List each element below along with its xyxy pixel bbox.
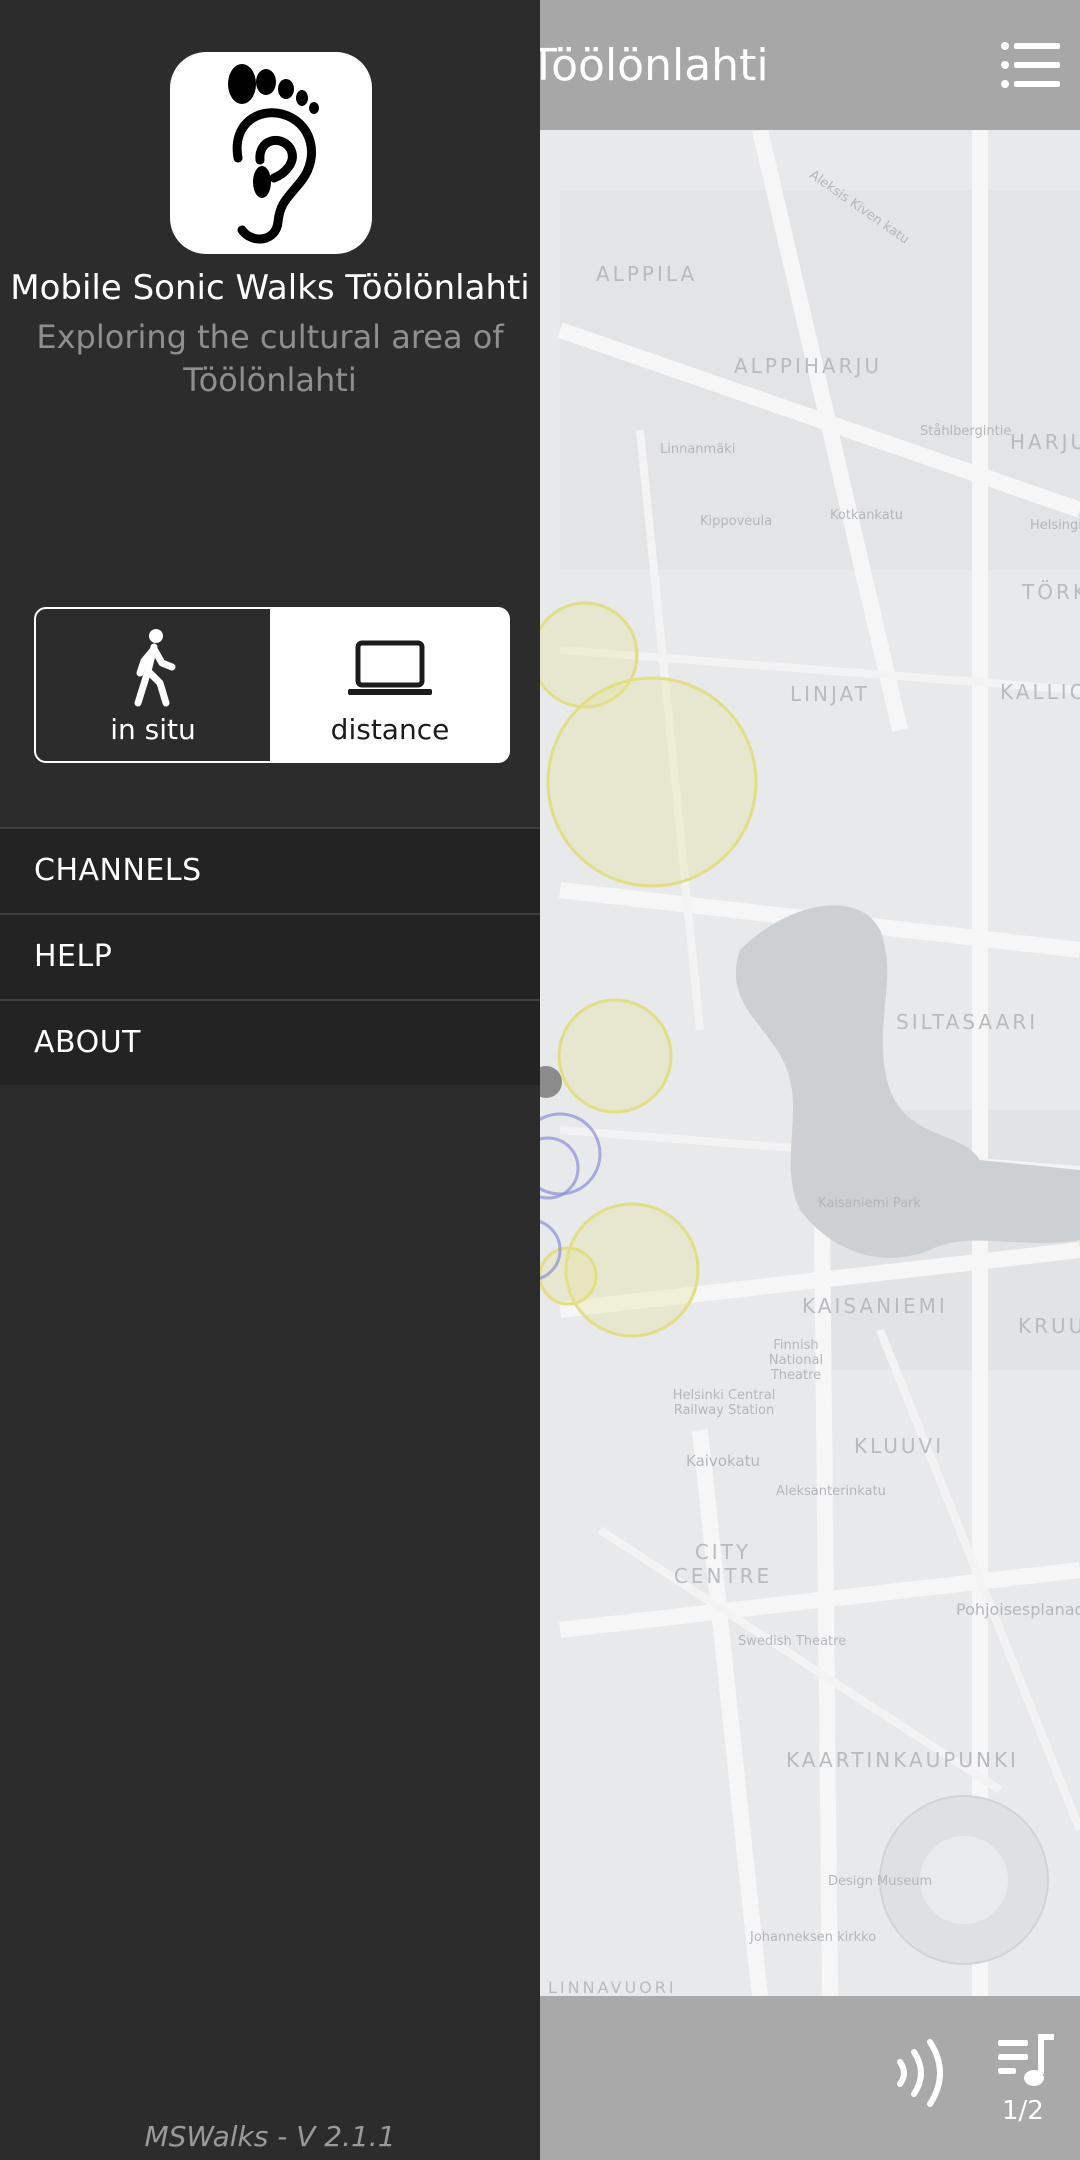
district-label: LINNAVUORI xyxy=(548,1978,677,1997)
app-logo xyxy=(170,52,372,254)
list-menu-icon[interactable] xyxy=(1000,40,1062,90)
nav-item-label: HELP xyxy=(34,939,113,974)
mode-in-situ-button[interactable]: in situ xyxy=(36,609,272,761)
playlist-icon[interactable] xyxy=(998,2034,1056,2092)
street-label: Aleksanterinkatu xyxy=(776,1484,886,1499)
district-label: KLUUVI xyxy=(854,1434,945,1458)
district-label: KAISANIEMI xyxy=(802,1294,948,1318)
app-name: Mobile Sonic Walks Töölönlahti xyxy=(10,268,530,308)
street-label: Pohjoisesplanadi xyxy=(956,1600,1080,1619)
playlist-count: 1/2 xyxy=(1002,2096,1044,2126)
nav-item-channels[interactable]: CHANNELS xyxy=(0,827,540,913)
district-label: KALLIO xyxy=(1000,680,1080,704)
nav-item-help[interactable]: HELP xyxy=(0,913,540,999)
district-label: HARJU xyxy=(1010,430,1080,454)
sound-waves-icon[interactable] xyxy=(892,2038,956,2108)
district-label: ALPPILA xyxy=(596,262,698,286)
mode-distance-label: distance xyxy=(330,713,450,746)
drawer-nav: CHANNELS HELP ABOUT xyxy=(0,827,540,1085)
app-version: MSWalks - V 2.1.1 xyxy=(144,2120,396,2153)
district-label: LINJAT xyxy=(790,682,870,706)
street-label: Helsinki Central Railway Station xyxy=(672,1388,776,1418)
street-label: Linnanmäki xyxy=(660,442,736,457)
nav-item-about[interactable]: ABOUT xyxy=(0,999,540,1085)
district-label: SILTASAARI xyxy=(896,1010,1039,1034)
app-title: Töölönlahti xyxy=(530,40,769,91)
street-label: Johanneksen kirkko xyxy=(750,1930,877,1945)
street-label: Finnish National Theatre xyxy=(768,1338,824,1383)
district-label: ALPPIHARJU xyxy=(734,354,882,378)
district-label: KRUU xyxy=(1018,1314,1080,1338)
district-label: TÖRK xyxy=(1022,580,1080,604)
foot-ear-logo-icon xyxy=(228,64,319,244)
street-label: Ståhlbergintie xyxy=(920,424,1012,439)
district-label: CITY CENTRE xyxy=(673,1540,773,1588)
street-label: Kaisaniemi Park xyxy=(818,1196,921,1211)
mode-toggle[interactable]: in situ distance xyxy=(34,607,510,763)
walking-person-icon xyxy=(134,629,176,707)
street-label: Kaivokatu xyxy=(686,1452,760,1470)
nav-item-label: CHANNELS xyxy=(34,853,202,888)
laptop-icon xyxy=(348,640,432,695)
street-label: Kippoveula xyxy=(700,514,773,529)
street-label: Design Museum xyxy=(828,1874,933,1889)
district-label: KAARTINKAUPUNKI xyxy=(786,1748,1019,1772)
side-drawer: Mobile Sonic Walks Töölönlahti Exploring… xyxy=(0,0,540,2160)
app-subtitle: Exploring the cultural area of Töölönlah… xyxy=(36,318,504,399)
street-label: Kotkankatu xyxy=(830,508,904,523)
street-label: Helsinginkatu xyxy=(1030,518,1080,533)
mode-distance-button[interactable]: distance xyxy=(272,609,508,761)
nav-item-label: ABOUT xyxy=(34,1025,141,1060)
street-label: Swedish Theatre xyxy=(738,1634,847,1649)
mode-in-situ-label: in situ xyxy=(110,713,196,746)
